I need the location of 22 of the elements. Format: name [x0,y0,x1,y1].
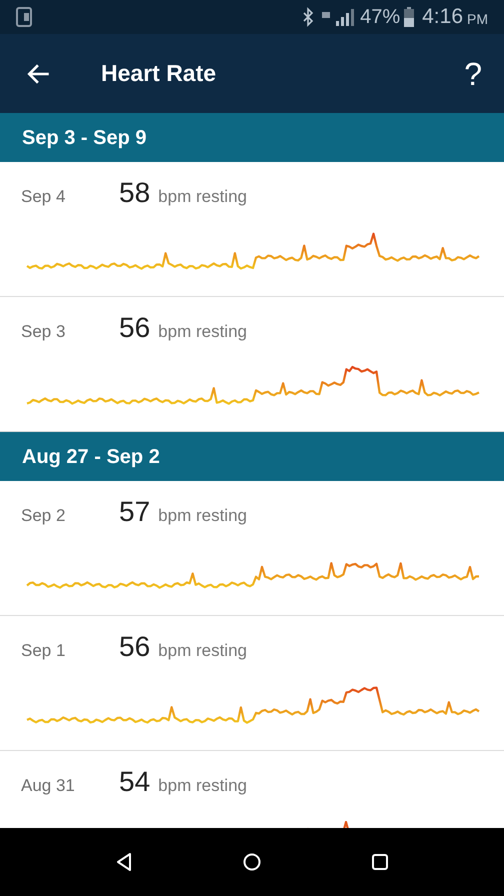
week-header: Aug 27 - Sep 2 [0,432,504,481]
clock-time: 4:16 [422,4,463,30]
week-header: Sep 3 - Sep 9 [0,113,504,162]
bpm-unit: bpm resting [158,321,247,343]
screen-title: Heart Rate [101,59,216,88]
resting-bpm-value: 54 [119,765,150,799]
resting-bpm-value: 56 [119,311,150,345]
day-date: Sep 1 [21,640,66,662]
resting-bpm-value: 57 [119,495,150,529]
day-date: Sep 2 [21,505,66,527]
battery-percent: 47% [360,5,400,30]
bpm-unit: bpm resting [158,186,247,208]
resting-bpm-value: 56 [119,630,150,664]
day-date: Sep 4 [21,186,66,208]
clock-meridiem: PM [467,10,488,28]
day-date: Sep 3 [21,321,66,343]
help-button[interactable]: ? [464,58,482,90]
day-date: Aug 31 [21,775,76,797]
bpm-unit: bpm resting [158,505,247,527]
bpm-unit: bpm resting [158,775,247,797]
bpm-unit: bpm resting [158,640,247,662]
resting-bpm-value: 58 [119,176,150,210]
